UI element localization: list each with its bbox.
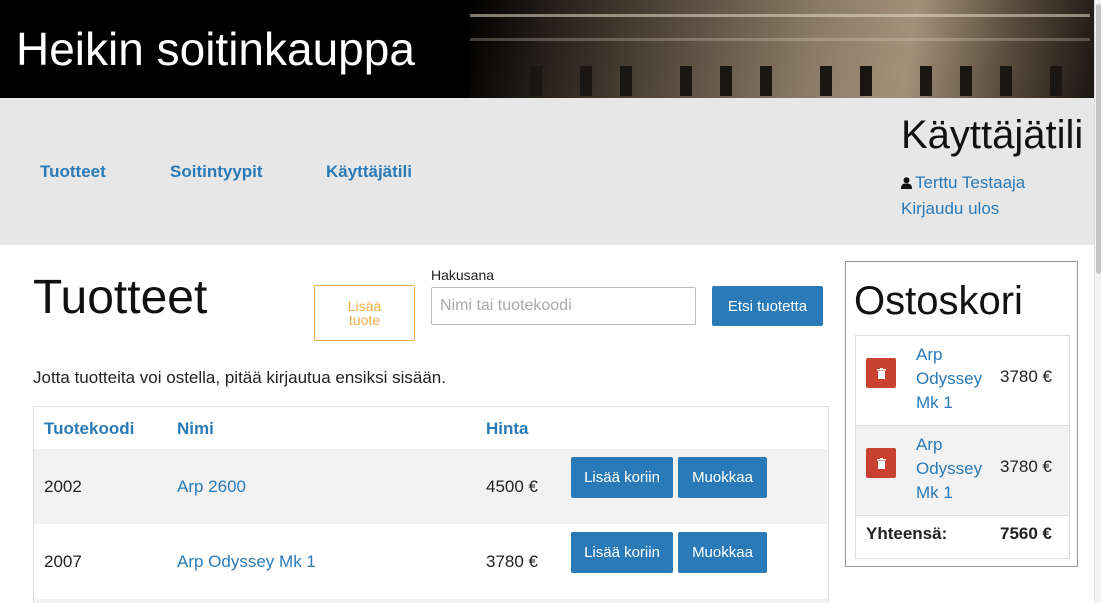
search-button[interactable]: Etsi tuotetta bbox=[712, 286, 823, 326]
nav-link-soitintyypit[interactable]: Soitintyypit bbox=[170, 162, 263, 182]
add-to-cart-button[interactable]: Lisää koriin bbox=[571, 457, 673, 498]
table-row bbox=[34, 599, 828, 603]
trash-icon bbox=[876, 457, 886, 469]
login-notice: Jotta tuotteita voi ostella, pitää kirja… bbox=[33, 368, 446, 387]
search-input[interactable] bbox=[431, 287, 696, 325]
cart-list: Arp Odyssey Mk 1 3780 € Arp Odyssey Mk 1… bbox=[855, 335, 1070, 559]
piano-keys-image bbox=[470, 0, 1094, 98]
column-header-price[interactable]: Hinta bbox=[486, 419, 529, 439]
trash-icon bbox=[876, 367, 886, 379]
site-header: Heikin soitinkauppa bbox=[0, 0, 1094, 98]
cart-item-name[interactable]: Arp Odyssey Mk 1 bbox=[916, 433, 986, 505]
product-code: 2007 bbox=[44, 552, 82, 571]
column-header-name[interactable]: Nimi bbox=[177, 419, 214, 439]
account-title: Käyttäjätili bbox=[901, 113, 1084, 157]
remove-item-button[interactable] bbox=[866, 448, 896, 478]
add-product-button[interactable]: Lisää tuote bbox=[314, 285, 415, 341]
edit-button[interactable]: Muokkaa bbox=[678, 457, 767, 498]
cart-item-price: 3780 € bbox=[1000, 457, 1052, 476]
product-price: 3780 € bbox=[486, 552, 538, 571]
cart-total-label: Yhteensä: bbox=[866, 524, 948, 543]
page-scrollbar[interactable] bbox=[1094, 0, 1101, 603]
edit-button[interactable]: Muokkaa bbox=[678, 532, 767, 573]
product-name-link[interactable]: Arp Odyssey Mk 1 bbox=[177, 552, 316, 572]
column-header-code[interactable]: Tuotekoodi bbox=[44, 419, 134, 439]
site-title: Heikin soitinkauppa bbox=[16, 23, 415, 75]
user-name-link[interactable]: Terttu Testaaja bbox=[915, 173, 1025, 193]
search-label: Hakusana bbox=[431, 267, 495, 283]
add-to-cart-button[interactable]: Lisää koriin bbox=[571, 532, 673, 573]
table-row: 2002 Arp 2600 4500 € Lisää koriin Muokka… bbox=[34, 449, 828, 524]
nav-link-tuotteet[interactable]: Tuotteet bbox=[40, 162, 106, 182]
logout-link[interactable]: Kirjaudu ulos bbox=[901, 199, 999, 219]
nav-link-kayttajatili[interactable]: Käyttäjätili bbox=[326, 162, 412, 182]
cart-item-price: 3780 € bbox=[1000, 367, 1052, 386]
product-price: 4500 € bbox=[486, 477, 538, 496]
user-icon bbox=[901, 177, 912, 189]
products-table: Tuotekoodi Nimi Hinta 2002 Arp 2600 4500… bbox=[33, 406, 829, 603]
cart-item: Arp Odyssey Mk 1 3780 € bbox=[856, 336, 1069, 426]
remove-item-button[interactable] bbox=[866, 358, 896, 388]
product-code: 2002 bbox=[44, 477, 82, 496]
user-info: Terttu Testaaja bbox=[901, 173, 1025, 193]
page-title: Tuotteet bbox=[33, 271, 208, 324]
table-row: 2007 Arp Odyssey Mk 1 3780 € Lisää korii… bbox=[34, 524, 828, 599]
scrollbar-thumb[interactable] bbox=[1096, 4, 1101, 274]
cart-total-value: 7560 € bbox=[1000, 524, 1052, 543]
cart-item: Arp Odyssey Mk 1 3780 € bbox=[856, 426, 1069, 516]
navbar: Tuotteet Soitintyypit Käyttäjätili Käytt… bbox=[0, 98, 1094, 245]
product-name-link[interactable]: Arp 2600 bbox=[177, 477, 246, 497]
shopping-cart: Ostoskori Arp Odyssey Mk 1 3780 € Arp Od… bbox=[845, 261, 1078, 567]
cart-title: Ostoskori bbox=[854, 279, 1023, 323]
cart-item-name[interactable]: Arp Odyssey Mk 1 bbox=[916, 343, 986, 415]
